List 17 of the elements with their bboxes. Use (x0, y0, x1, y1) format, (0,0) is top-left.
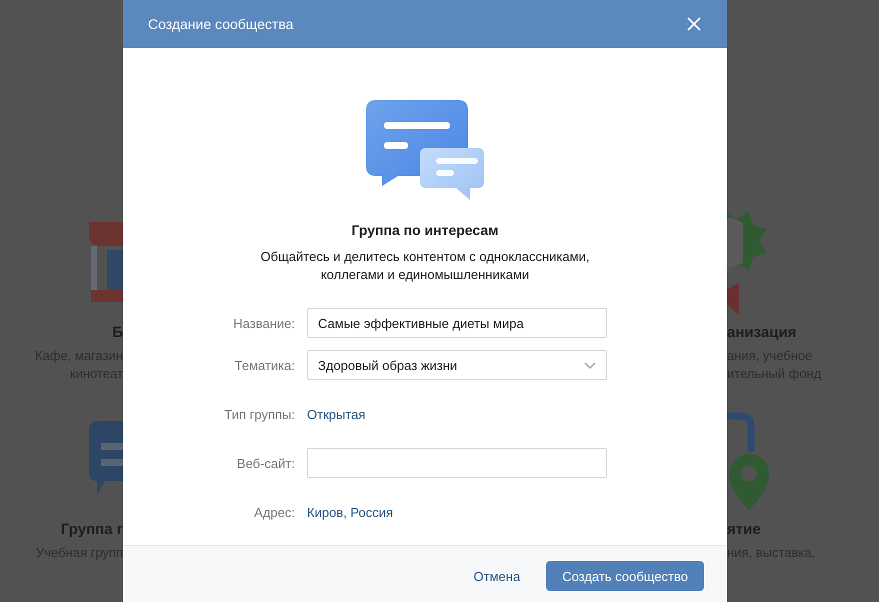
value-link[interactable]: Киров, Россия (307, 504, 394, 520)
field-label: Название: (232, 316, 295, 330)
topic-dropdown[interactable]: Здоровый образ жизни (307, 350, 607, 380)
field-label: Веб-сайт: (236, 456, 295, 470)
chevron-down-icon (584, 362, 596, 368)
close-icon[interactable] (685, 15, 703, 33)
value-link[interactable]: Открытая (307, 406, 366, 422)
group-type-title: Группа по интересам (352, 222, 498, 238)
field-label: Адрес: (253, 504, 295, 520)
field-label: Тематика: (234, 358, 295, 372)
field-label: Тип группы: (223, 406, 295, 422)
group-type-description: Общайтесь и делитесь контентом с одноклассниками, коллегами и единомышленниками (260, 248, 590, 284)
text-field[interactable]: Самые эффективные диеты мира (307, 308, 607, 338)
create-community-button[interactable]: Создать сообщество (546, 561, 704, 591)
cancel-button[interactable]: Отмена (474, 561, 520, 592)
dialog-title: Создание сообщества (148, 16, 294, 32)
text-field[interactable] (307, 448, 607, 478)
